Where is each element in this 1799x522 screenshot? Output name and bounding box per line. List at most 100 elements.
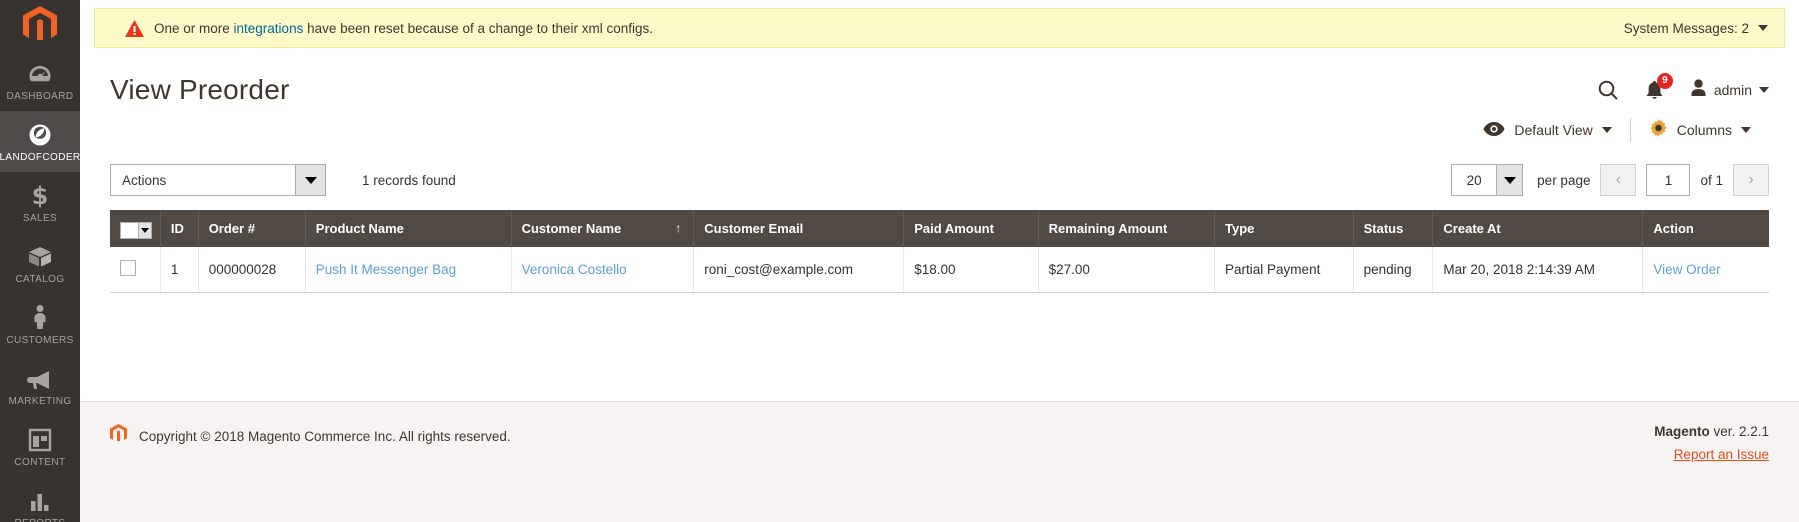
- records-found-label: 1 records found: [362, 172, 456, 188]
- magento-mark-icon: [110, 424, 127, 448]
- brand-name: Magento: [1654, 424, 1710, 439]
- landofcoder-icon: [28, 121, 52, 147]
- footer-version-block: Magento ver. 2.2.1 Report an Issue: [1654, 424, 1769, 462]
- system-messages-toggle[interactable]: System Messages: 2: [1624, 21, 1772, 36]
- footer-copyright: Copyright © 2018 Magento Commerce Inc. A…: [110, 424, 511, 448]
- magento-logo-icon[interactable]: [0, 0, 80, 44]
- page-total-label: of 1: [1700, 172, 1723, 188]
- grid-toolbar: Actions 1 records found 20 per page ‹ 1 …: [80, 142, 1799, 196]
- product-link[interactable]: Push It Messenger Bag: [316, 262, 456, 277]
- notification-badge: 9: [1656, 72, 1673, 89]
- customer-link[interactable]: Veronica Costello: [522, 262, 627, 277]
- grid-header-customer[interactable]: ↑ Customer Name: [511, 210, 695, 247]
- sidebar-item-sales[interactable]: $ SALES: [0, 172, 80, 233]
- page-header: View Preorder 9 admin: [80, 48, 1799, 110]
- next-page-button[interactable]: ›: [1733, 164, 1769, 196]
- sidebar-item-label: CUSTOMERS: [6, 335, 74, 346]
- grid-header-status[interactable]: Status: [1353, 210, 1434, 247]
- grid-header-action[interactable]: Action: [1642, 210, 1769, 247]
- grid-header-paid[interactable]: Paid Amount: [903, 210, 1039, 247]
- sidebar-item-label: CATALOG: [15, 274, 65, 285]
- row-checkbox-cell[interactable]: [110, 247, 161, 293]
- cell-status: pending: [1353, 247, 1434, 293]
- chevron-down-icon: [1741, 127, 1751, 133]
- chevron-down-icon: [1759, 87, 1769, 93]
- cell-action: View Order: [1642, 247, 1769, 293]
- per-page-dropdown[interactable]: 20: [1451, 164, 1524, 196]
- grid-view-controls: Default View Columns: [80, 110, 1799, 142]
- grid-header-remaining[interactable]: Remaining Amount: [1038, 210, 1216, 247]
- grid-header-created[interactable]: Create At: [1432, 210, 1644, 247]
- cell-email: roni_cost@example.com: [693, 247, 905, 293]
- sidebar-item-reports[interactable]: REPORTS: [0, 477, 80, 522]
- warning-triangle-icon: [125, 19, 144, 37]
- chevron-down-icon: [1758, 25, 1768, 31]
- sidebar-item-customers[interactable]: CUSTOMERS: [0, 294, 80, 355]
- header-actions: 9 admin: [1597, 72, 1769, 102]
- gear-icon: [1649, 119, 1668, 141]
- chevron-right-icon: ›: [1748, 171, 1754, 188]
- pagination: 20 per page ‹ 1 of 1 ›: [1451, 164, 1769, 196]
- default-view-button[interactable]: Default View: [1465, 121, 1629, 139]
- admin-label: admin: [1713, 82, 1752, 98]
- grid-header-order[interactable]: Order #: [198, 210, 306, 247]
- actions-dropdown[interactable]: Actions: [110, 164, 326, 196]
- previous-page-button[interactable]: ‹: [1600, 164, 1637, 196]
- page-number-input[interactable]: 1: [1646, 164, 1691, 196]
- sidebar-item-dashboard[interactable]: DASHBOARD: [0, 50, 80, 111]
- sidebar-item-content[interactable]: CONTENT: [0, 416, 80, 477]
- user-icon: [1690, 78, 1707, 102]
- table-row[interactable]: 1 000000028 Push It Messenger Bag Veroni…: [110, 247, 1769, 293]
- grid-header-row: ID Order # Product Name ↑ Customer Name C…: [110, 210, 1769, 247]
- cell-id: 1: [160, 247, 199, 293]
- grid-header-id[interactable]: ID: [160, 210, 199, 247]
- dashboard-icon: [28, 60, 52, 86]
- mass-select-dropdown[interactable]: [120, 221, 152, 239]
- msg-text-after: have been reset because of a change to t…: [303, 20, 654, 36]
- search-icon[interactable]: [1597, 79, 1619, 101]
- bar-chart-icon: [28, 487, 52, 513]
- columns-label: Columns: [1676, 122, 1732, 138]
- main-content: One or more integrations have been reset…: [80, 0, 1799, 522]
- grid-container: ID Order # Product Name ↑ Customer Name C…: [80, 196, 1799, 293]
- cell-remaining: $27.00: [1038, 247, 1216, 293]
- cell-created: Mar 20, 2018 2:14:39 AM: [1432, 247, 1644, 293]
- layout-icon: [28, 426, 52, 452]
- grid-header-product[interactable]: Product Name: [305, 210, 512, 247]
- page-title: View Preorder: [110, 74, 290, 105]
- bell-icon[interactable]: 9: [1645, 72, 1673, 101]
- cell-order: 000000028: [198, 247, 306, 293]
- sidebar-item-label: SALES: [22, 213, 58, 224]
- admin-menu[interactable]: admin: [1690, 78, 1769, 102]
- cell-product: Push It Messenger Bag: [305, 247, 512, 293]
- per-page-value: 20: [1466, 172, 1482, 188]
- chevron-left-icon: ‹: [1615, 171, 1622, 188]
- columns-button[interactable]: Columns: [1631, 119, 1769, 141]
- sidebar: DASHBOARD LANDOFCODER $ SALES CATALOG CU…: [0, 0, 80, 522]
- sidebar-item-catalog[interactable]: CATALOG: [0, 233, 80, 294]
- cell-customer: Veronica Costello: [511, 247, 695, 293]
- megaphone-icon: [27, 365, 53, 391]
- cell-paid: $18.00: [903, 247, 1039, 293]
- sidebar-item-label: REPORTS: [15, 518, 66, 522]
- version-number: ver. 2.2.1: [1709, 424, 1769, 439]
- version-text: Magento ver. 2.2.1: [1654, 424, 1769, 439]
- page-footer: Copyright © 2018 Magento Commerce Inc. A…: [80, 401, 1799, 522]
- msg-text-before: One or more: [154, 20, 234, 36]
- preorder-grid: ID Order # Product Name ↑ Customer Name C…: [110, 210, 1769, 293]
- grid-header-email[interactable]: Customer Email: [693, 210, 905, 247]
- box-icon: [27, 243, 53, 269]
- sidebar-item-label: MARKETING: [8, 396, 72, 407]
- sidebar-item-marketing[interactable]: MARKETING: [0, 355, 80, 416]
- system-message-text: One or more integrations have been reset…: [154, 21, 653, 36]
- chevron-down-icon: [1496, 165, 1523, 195]
- sidebar-item-landofcoder[interactable]: LANDOFCODER: [0, 111, 80, 172]
- report-issue-link[interactable]: Report an Issue: [1654, 447, 1769, 462]
- actions-label: Actions: [122, 172, 167, 188]
- integrations-link[interactable]: integrations: [234, 21, 304, 36]
- row-checkbox[interactable]: [120, 260, 136, 276]
- default-view-label: Default View: [1514, 122, 1593, 138]
- grid-header-mass-select[interactable]: [110, 210, 161, 247]
- view-order-link[interactable]: View Order: [1653, 262, 1720, 277]
- grid-header-type[interactable]: Type: [1214, 210, 1354, 247]
